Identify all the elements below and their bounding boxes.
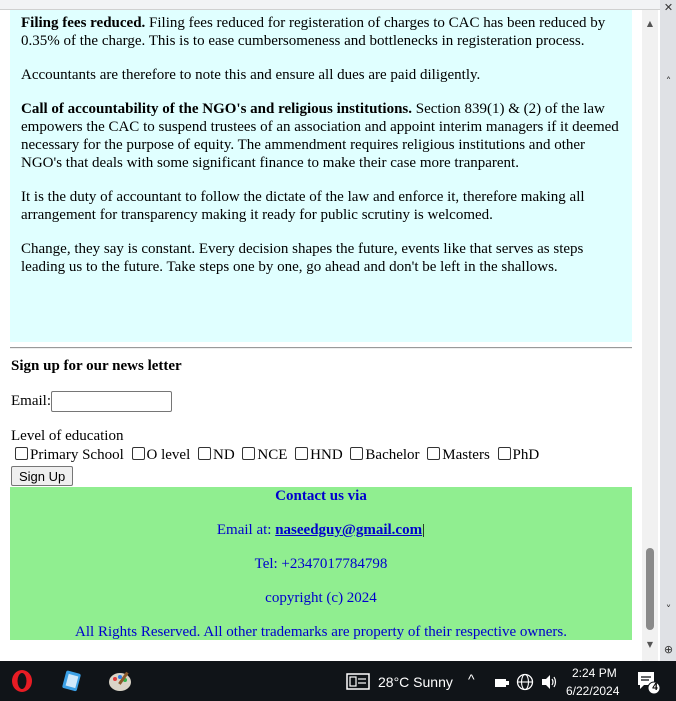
taskbar: 28°C Sunny ^ 2:24 PM 6/22/2024 4	[0, 661, 676, 701]
contact-email-link[interactable]: naseedguy@gmail.com	[275, 522, 422, 538]
option-label: HND	[310, 447, 343, 463]
clock-date[interactable]: 6/22/2024	[566, 684, 619, 698]
education-option-nd[interactable]: ND	[197, 447, 235, 463]
network-icon[interactable]	[494, 675, 510, 689]
browser-side-strip	[660, 0, 676, 661]
weather-icon[interactable]	[346, 673, 370, 690]
contact-heading: Contact us via	[275, 488, 367, 504]
sign-up-button[interactable]: Sign Up	[11, 466, 74, 486]
email-prefix: Email at:	[216, 522, 276, 538]
olevel-checkbox[interactable]	[131, 447, 145, 460]
notification-count: 4	[652, 682, 658, 693]
newsletter-heading: Sign up for our news letter	[11, 358, 182, 374]
close-icon[interactable]: ✕	[662, 0, 675, 16]
scroll-down-arrow[interactable]: ▼	[642, 637, 658, 653]
nd-checkbox[interactable]	[197, 447, 211, 460]
education-options: Primary School O level ND NCE HND Bachel…	[14, 447, 542, 464]
primary-checkbox[interactable]	[15, 447, 28, 460]
volume-icon[interactable]	[540, 674, 558, 690]
education-option-primary[interactable]: Primary School	[14, 447, 124, 463]
education-option-masters[interactable]: Masters	[426, 447, 490, 463]
opera-icon[interactable]	[10, 669, 34, 693]
fees-heading: Filing fees reduced.	[21, 15, 146, 31]
clock-time[interactable]: 2:24 PM	[572, 666, 617, 680]
option-label: O level	[146, 447, 191, 463]
article-paragraph-change: Change, they say is constant. Every deci…	[21, 241, 584, 275]
bachelor-checkbox[interactable]	[350, 447, 364, 460]
email-row: Email:	[11, 391, 172, 412]
article-paragraph-dues: Accountants are therefore to note this a…	[21, 67, 481, 83]
email-label: Email:	[11, 392, 51, 409]
nce-checkbox[interactable]	[242, 447, 256, 460]
option-label: Bachelor	[365, 447, 420, 463]
accountability-heading: Call of accountability of the NGO's and …	[21, 101, 413, 117]
text-cursor: |	[422, 522, 426, 538]
contact-phone: Tel: +2347017784798	[254, 556, 388, 572]
article-paragraph-accountability: Call of accountability of the NGO's and …	[21, 100, 622, 172]
hnd-checkbox[interactable]	[295, 447, 309, 460]
notepad-icon[interactable]	[60, 669, 84, 693]
chevron-down-icon[interactable]: ˅	[662, 602, 675, 618]
education-option-phd[interactable]: PhD	[497, 447, 540, 463]
option-label: PhD	[512, 447, 540, 463]
contact-footer: Contact us via Email at: naseedguy@gmail…	[10, 487, 632, 640]
browser-top-strip	[0, 0, 676, 10]
article-section: Filing fees reduced. Filing fees reduced…	[10, 10, 632, 342]
email-field[interactable]	[51, 391, 172, 412]
add-icon[interactable]: ⊕	[662, 642, 675, 658]
contact-email-line: Email at: naseedguy@gmail.com|	[10, 521, 632, 539]
education-label: Level of education	[11, 428, 124, 444]
masters-checkbox[interactable]	[427, 447, 441, 460]
section-divider	[10, 347, 632, 349]
chevron-up-icon[interactable]: ˄	[662, 74, 675, 90]
chevron-up-icon[interactable]: ^	[468, 671, 475, 687]
education-option-bachelor[interactable]: Bachelor	[349, 447, 420, 463]
newsletter-form: Sign up for our news letter Email: Level…	[11, 356, 631, 486]
option-label: NCE	[257, 447, 288, 463]
option-label: ND	[212, 447, 235, 463]
phd-checkbox[interactable]	[497, 447, 511, 460]
weather-text[interactable]: 28°C Sunny	[378, 674, 453, 690]
article-paragraph-fees: Filing fees reduced. Filing fees reduced…	[21, 14, 622, 50]
option-label: Masters	[442, 447, 490, 463]
scroll-thumb[interactable]	[646, 548, 654, 630]
paint-icon[interactable]	[108, 669, 134, 693]
scroll-up-arrow[interactable]: ▲	[642, 16, 658, 32]
education-option-olevel[interactable]: O level	[131, 447, 191, 463]
option-label: Primary School	[30, 447, 124, 463]
article-paragraph-duty: It is the duty of accountant to follow t…	[21, 189, 585, 223]
education-option-hnd[interactable]: HND	[294, 447, 343, 463]
copyright-text: copyright (c) 2024	[265, 590, 377, 606]
education-option-nce[interactable]: NCE	[241, 447, 287, 463]
globe-icon[interactable]	[516, 673, 534, 691]
rights-text: All Rights Reserved. All other trademark…	[75, 624, 567, 640]
